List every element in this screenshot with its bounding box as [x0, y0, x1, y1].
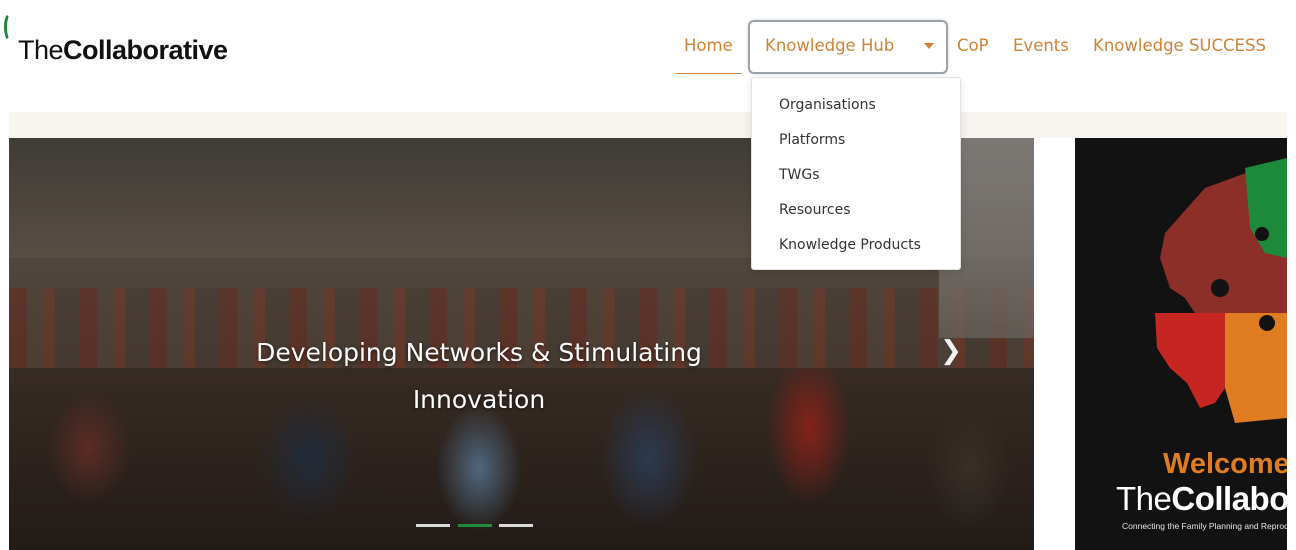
dropdown-item-platforms[interactable]: Platforms: [779, 132, 845, 148]
hero-caption: Developing Networks & Stimulating Innova…: [219, 329, 739, 423]
logo-prefix: The: [18, 35, 64, 65]
site-logo[interactable]: TheCollaborative: [18, 35, 228, 66]
welcome-heading: Welcome: [1163, 448, 1287, 480]
carousel-indicator-1[interactable]: [416, 524, 450, 527]
hero-caption-line-1: Developing Networks & Stimulating: [256, 338, 702, 367]
welcome-panel[interactable]: Welcome TheCollabo Connecting the Family…: [1075, 138, 1287, 550]
dropdown-item-twgs[interactable]: TWGs: [779, 167, 820, 183]
knowledge-hub-dropdown: Organisations Platforms TWGs Resources K…: [751, 77, 961, 270]
hero-caption-line-2: Innovation: [412, 385, 546, 414]
welcome-logo-prefix: The: [1116, 480, 1172, 517]
carousel-indicator-2[interactable]: [458, 524, 492, 527]
welcome-logo-name: Collabo: [1171, 480, 1287, 517]
caret-down-icon[interactable]: [924, 43, 934, 49]
dropdown-item-organisations[interactable]: Organisations: [779, 97, 876, 113]
content-band: [9, 112, 1287, 138]
logo-mark-icon: [4, 12, 17, 42]
carousel-indicator-3[interactable]: [499, 524, 533, 527]
dropdown-item-resources[interactable]: Resources: [779, 202, 851, 218]
nav-events[interactable]: Events: [1013, 36, 1069, 55]
nav-home-underline: [676, 73, 742, 74]
nav-knowledge-success[interactable]: Knowledge SUCCESS: [1093, 36, 1266, 55]
logo-name: Collaborative: [63, 35, 228, 65]
nav-cop[interactable]: CoP: [957, 36, 989, 55]
chevron-right-icon[interactable]: ❯: [939, 336, 963, 366]
welcome-tagline: Connecting the Family Planning and Repro…: [1122, 521, 1287, 531]
nav-knowledge-hub[interactable]: Knowledge Hub: [765, 36, 894, 55]
welcome-logo: TheCollabo: [1116, 480, 1287, 518]
nav-home[interactable]: Home: [684, 36, 733, 69]
dropdown-item-knowledge-products[interactable]: Knowledge Products: [779, 237, 921, 253]
